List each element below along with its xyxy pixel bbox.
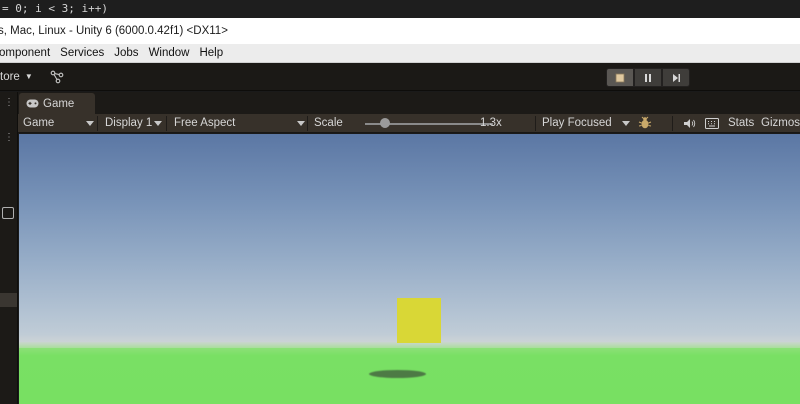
gizmos-button[interactable]: Gizmos — [761, 114, 800, 133]
cube-shadow — [369, 370, 426, 378]
aspect-dropdown[interactable]: Free Aspect — [174, 114, 235, 133]
graph-icon[interactable] — [50, 70, 64, 84]
menu-bar: omponent Services Jobs Window Help — [0, 44, 800, 63]
chevron-down-icon — [154, 121, 162, 126]
menu-item-jobs[interactable]: Jobs — [109, 44, 143, 62]
mode-dropdown[interactable]: Game — [23, 114, 54, 133]
step-button[interactable] — [662, 68, 690, 87]
mode-label: Game — [23, 117, 55, 129]
divider — [97, 116, 98, 131]
scale-slider-handle[interactable] — [380, 118, 390, 128]
main-toolbar: tore ▼ — [0, 63, 800, 91]
keyboard-icon[interactable] — [705, 118, 719, 129]
chevron-down-icon — [622, 121, 630, 126]
three-dots-icon[interactable]: ⋮ — [4, 133, 14, 143]
divider — [672, 116, 673, 131]
window-title: s, Mac, Linux - Unity 6 (6000.0.42f1) <D… — [0, 25, 228, 37]
aspect-label: Free Aspect — [174, 117, 236, 129]
chevron-down-icon — [297, 121, 305, 126]
stats-button[interactable]: Stats — [728, 114, 754, 133]
stop-button[interactable] — [606, 68, 634, 87]
divider — [166, 116, 167, 131]
panel-toggle-icon[interactable] — [2, 207, 14, 219]
chevron-down-icon: ▼ — [24, 72, 33, 81]
pause-icon — [645, 73, 651, 82]
speaker-icon[interactable] — [683, 118, 696, 129]
game-viewport[interactable] — [19, 134, 800, 404]
bug-icon[interactable] — [638, 116, 652, 130]
game-view-toolbar: Game Display 1 Free Aspect Scale 1.3x Pl… — [18, 114, 800, 133]
scale-label: Scale — [314, 117, 343, 129]
divider — [307, 116, 308, 131]
menu-item-window[interactable]: Window — [144, 44, 195, 62]
play-mode-dropdown[interactable]: Play Focused — [542, 114, 612, 133]
menu-item-services[interactable]: Services — [55, 44, 109, 62]
menu-item-component[interactable]: omponent — [0, 44, 55, 62]
step-icon — [673, 73, 680, 82]
tab-game[interactable]: Game — [19, 93, 95, 114]
scale-value: 1.3x — [480, 117, 502, 129]
store-label: tore — [0, 71, 20, 83]
pause-button[interactable] — [634, 68, 662, 87]
tab-game-label: Game — [43, 97, 75, 110]
three-dots-icon[interactable]: ⋮ — [4, 98, 14, 108]
gamepad-icon — [26, 99, 39, 108]
display-label: Display 1 — [105, 117, 153, 129]
yellow-cube — [397, 298, 441, 343]
chevron-down-icon — [86, 121, 94, 126]
display-dropdown[interactable]: Display 1 — [105, 114, 152, 133]
selected-row-marker[interactable] — [0, 293, 17, 307]
play-controls — [606, 68, 690, 87]
tab-row: Game — [18, 92, 800, 114]
menu-item-help[interactable]: Help — [194, 44, 228, 62]
window-title-bar: s, Mac, Linux - Unity 6 (6000.0.42f1) <D… — [0, 18, 800, 44]
left-panel-strip: ⋮ ⋮ — [0, 92, 18, 404]
divider — [535, 116, 536, 131]
store-dropdown[interactable]: tore ▼ — [0, 69, 33, 85]
play-mode-label: Play Focused — [542, 117, 612, 129]
code-snippet: = 0; i < 3; i++) — [0, 0, 800, 18]
stop-icon — [615, 73, 625, 82]
